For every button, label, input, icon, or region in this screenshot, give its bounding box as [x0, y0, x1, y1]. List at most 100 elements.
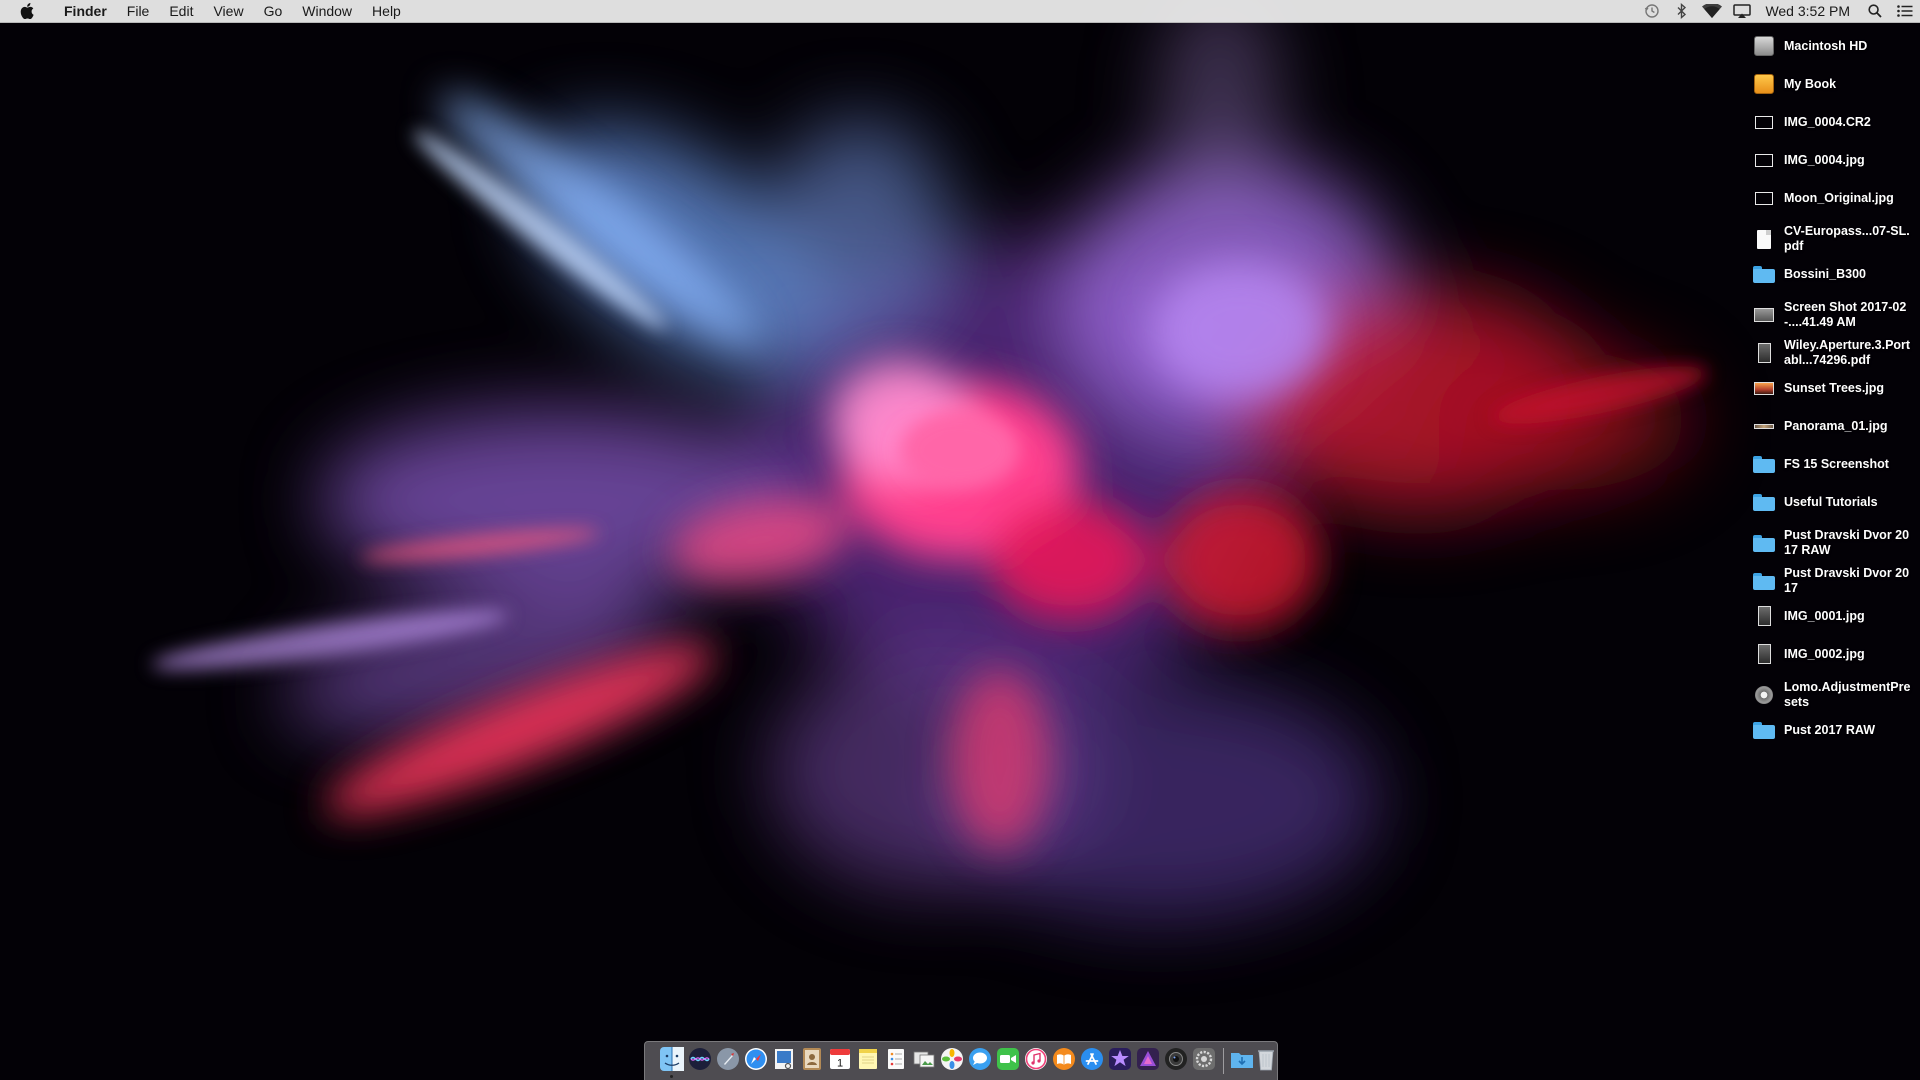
- photos-icon[interactable]: [940, 1047, 964, 1071]
- menu-bar: Finder File Edit View Go Window Help Wed…: [0, 0, 1920, 23]
- menu-window[interactable]: Window: [292, 0, 362, 22]
- desktop-item[interactable]: Sunset Trees.jpg: [1752, 376, 1916, 400]
- image-file-icon: [1752, 642, 1776, 666]
- safari-icon[interactable]: [744, 1047, 768, 1071]
- desktop-item-label: Wiley.Aperture.3.Portabl...74296.pdf: [1784, 338, 1911, 367]
- app-store-icon[interactable]: [1080, 1047, 1104, 1071]
- desktop-item[interactable]: Moon_Original.jpg: [1752, 186, 1916, 210]
- photo-browser-icon[interactable]: [912, 1047, 936, 1071]
- desktop-item[interactable]: My Book: [1752, 72, 1916, 96]
- siri-icon[interactable]: [688, 1047, 712, 1071]
- apple-menu-icon[interactable]: [0, 0, 54, 22]
- image-file-icon: [1752, 414, 1776, 438]
- desktop-item-label: IMG_0001.jpg: [1784, 608, 1865, 623]
- desktop-item-label: Bossini_B300: [1784, 266, 1866, 281]
- desktop-item[interactable]: Wiley.Aperture.3.Portabl...74296.pdf: [1752, 338, 1916, 368]
- running-indicator: [670, 1075, 673, 1078]
- bluetooth-icon[interactable]: [1667, 0, 1697, 22]
- dock: 1: [644, 1041, 1278, 1080]
- desktop-item[interactable]: Pust Dravski Dvor 2017: [1752, 566, 1916, 596]
- menu-view[interactable]: View: [203, 0, 253, 22]
- desktop-item-label: IMG_0004.jpg: [1784, 152, 1865, 167]
- wifi-icon[interactable]: [1697, 0, 1727, 22]
- menu-help[interactable]: Help: [362, 0, 411, 22]
- ibooks-icon[interactable]: [1052, 1047, 1076, 1071]
- folder-icon: [1752, 531, 1776, 555]
- external-disk-icon: [1752, 72, 1776, 96]
- desktop-item-label: FS 15 Screenshot: [1784, 456, 1889, 471]
- contacts-icon[interactable]: [800, 1047, 824, 1071]
- downloads-folder-icon[interactable]: [1230, 1047, 1254, 1071]
- desktop-item[interactable]: FS 15 Screenshot: [1752, 452, 1916, 476]
- pdf-file-icon: [1752, 341, 1776, 365]
- imovie-icon[interactable]: [1108, 1047, 1132, 1071]
- system-preferences-icon[interactable]: [1192, 1047, 1216, 1071]
- menu-go[interactable]: Go: [254, 0, 293, 22]
- desktop-item-label: Panorama_01.jpg: [1784, 418, 1888, 433]
- app-menu-finder[interactable]: Finder: [54, 0, 117, 22]
- desktop[interactable]: Finder File Edit View Go Window Help Wed…: [0, 0, 1920, 1080]
- preset-file-icon: [1752, 683, 1776, 707]
- desktop-item[interactable]: Screen Shot 2017-02-....41.49 AM: [1752, 300, 1916, 330]
- desktop-item[interactable]: Macintosh HD: [1752, 34, 1916, 58]
- desktop-item[interactable]: CV-Europass...07-SL.pdf: [1752, 224, 1916, 254]
- trash-icon[interactable]: [1254, 1047, 1278, 1071]
- desktop-item-label: Useful Tutorials: [1784, 494, 1878, 509]
- desktop-item-label: Pust Dravski Dvor 2017 RAW: [1784, 528, 1910, 557]
- preview-icon[interactable]: [772, 1047, 796, 1071]
- facetime-icon[interactable]: [996, 1047, 1020, 1071]
- launchpad-icon[interactable]: [716, 1047, 740, 1071]
- wallpaper: [0, 0, 1920, 1080]
- hard-disk-icon: [1752, 34, 1776, 58]
- desktop-item-label: My Book: [1784, 76, 1837, 91]
- image-file-icon: [1752, 186, 1776, 210]
- desktop-item[interactable]: Pust Dravski Dvor 2017 RAW: [1752, 528, 1916, 558]
- calendar-day: 1: [837, 1058, 843, 1070]
- itunes-icon[interactable]: [1024, 1047, 1048, 1071]
- camera-app-icon[interactable]: [1164, 1047, 1188, 1071]
- desktop-item[interactable]: Bossini_B300: [1752, 262, 1916, 286]
- folder-icon: [1752, 569, 1776, 593]
- desktop-item-label: IMG_0002.jpg: [1784, 646, 1865, 661]
- desktop-item-label: Moon_Original.jpg: [1784, 190, 1894, 205]
- desktop-item[interactable]: IMG_0002.jpg: [1752, 642, 1916, 666]
- desktop-item-label: Lomo.AdjustmentPresets: [1784, 680, 1911, 709]
- desktop-item-label: Screen Shot 2017-02-....41.49 AM: [1784, 300, 1907, 329]
- folder-icon: [1752, 452, 1776, 476]
- desktop-item-label: CV-Europass...07-SL.pdf: [1784, 224, 1910, 253]
- list-icon[interactable]: [1890, 0, 1920, 22]
- desktop-item[interactable]: Useful Tutorials: [1752, 490, 1916, 514]
- desktop-item-label: Macintosh HD: [1784, 38, 1868, 53]
- folder-icon: [1752, 262, 1776, 286]
- airplay-icon[interactable]: [1727, 0, 1757, 22]
- dock-separator: [1223, 1048, 1224, 1074]
- desktop-item[interactable]: Pust 2017 RAW: [1752, 718, 1916, 742]
- folder-icon: [1752, 718, 1776, 742]
- image-file-icon: [1752, 148, 1776, 172]
- folder-icon: [1752, 490, 1776, 514]
- menu-edit[interactable]: Edit: [159, 0, 203, 22]
- desktop-item[interactable]: IMG_0004.CR2: [1752, 110, 1916, 134]
- desktop-item-label: IMG_0004.CR2: [1784, 114, 1871, 129]
- menu-bar-clock[interactable]: Wed 3:52 PM: [1757, 0, 1860, 22]
- affinity-photo-icon[interactable]: [1136, 1047, 1160, 1071]
- image-file-icon: [1752, 110, 1776, 134]
- desktop-item[interactable]: IMG_0001.jpg: [1752, 604, 1916, 628]
- image-file-icon: [1752, 604, 1776, 628]
- desktop-item-label: Pust Dravski Dvor 2017: [1784, 566, 1910, 595]
- finder-icon[interactable]: [660, 1047, 684, 1071]
- desktop-item-label: Sunset Trees.jpg: [1784, 380, 1885, 395]
- menu-file[interactable]: File: [117, 0, 160, 22]
- desktop-item[interactable]: Panorama_01.jpg: [1752, 414, 1916, 438]
- screenshot-file-icon: [1752, 303, 1776, 327]
- notes-icon[interactable]: [856, 1047, 880, 1071]
- desktop-item[interactable]: Lomo.AdjustmentPresets: [1752, 680, 1916, 710]
- image-file-icon: [1752, 376, 1776, 400]
- reminders-icon[interactable]: [884, 1047, 908, 1071]
- time-machine-icon[interactable]: [1637, 0, 1667, 22]
- desktop-item-label: Pust 2017 RAW: [1784, 722, 1876, 737]
- calendar-icon[interactable]: 1: [828, 1047, 852, 1071]
- search-icon[interactable]: [1860, 0, 1890, 22]
- desktop-item[interactable]: IMG_0004.jpg: [1752, 148, 1916, 172]
- messages-icon[interactable]: [968, 1047, 992, 1071]
